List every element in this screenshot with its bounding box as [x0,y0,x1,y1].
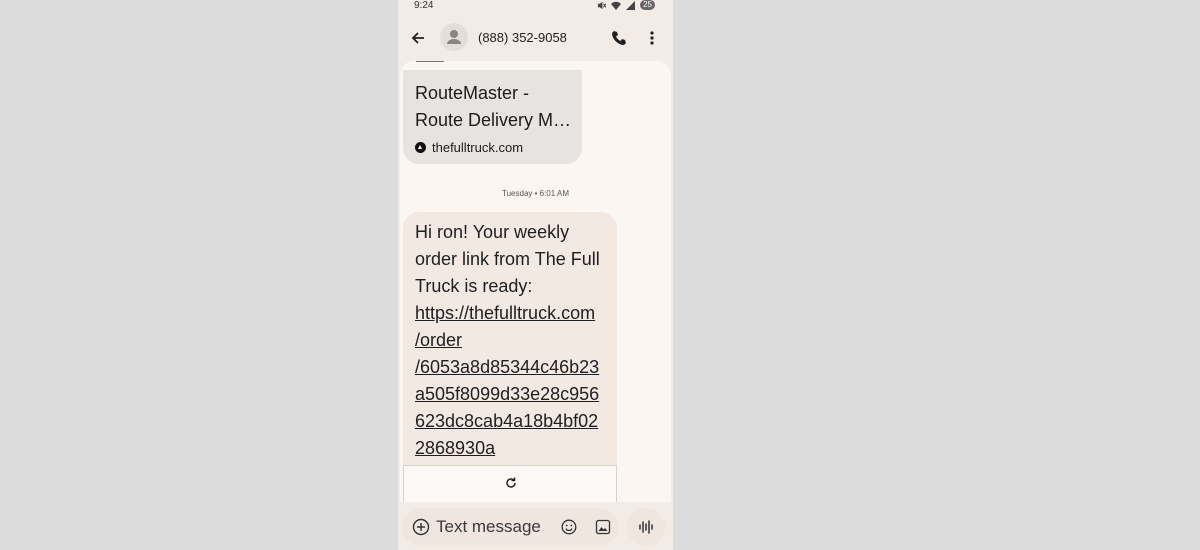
voice-message-button[interactable] [627,508,665,546]
image-icon[interactable] [595,519,611,535]
site-favicon-icon [415,142,426,153]
status-bar: 9:24 25 [398,0,673,14]
avatar-icon[interactable] [440,23,468,51]
signal-icon [626,0,636,10]
link-preview-domain-text: thefulltruck.com [432,140,524,155]
message-bubble[interactable]: Hi ron! Your weekly order link from The … [403,212,617,502]
compose-bar [402,508,618,546]
add-circle-icon[interactable] [412,518,430,536]
message-link[interactable]: https://thefulltruck.com /order /6053a8d… [415,303,599,458]
link-preview-card[interactable]: RouteMaster - Route Delivery Management … [403,70,582,164]
link-preview-domain: thefulltruck.com [415,140,523,155]
refresh-icon[interactable] [504,476,518,490]
contact-number[interactable]: (888) 352-9058 [478,30,567,45]
back-arrow-icon[interactable] [408,28,428,48]
battery-icon: 25 [640,0,655,10]
link-preview-title: RouteMaster - Route Delivery Management [415,80,580,134]
messages-app: 9:24 25 (888) 352-9058 RouteMaster - Rou… [398,0,673,550]
message-body: Hi ron! Your weekly order link from The … [415,222,600,296]
message-thread[interactable]: RouteMaster - Route Delivery Management … [400,61,671,502]
message-link-line1[interactable]: https://thefulltruck.com [415,303,595,323]
status-icons: 25 [597,0,655,10]
status-time: 9:24 [414,0,434,11]
more-vert-icon[interactable] [644,28,660,48]
message-text: Hi ron! Your weekly order link from The … [415,219,611,462]
link-preview-title-line1: RouteMaster - [415,83,530,103]
message-timestamp: Tuesday • 6:01 AM [502,189,569,198]
wifi-icon [611,1,622,10]
divider [416,61,444,62]
message-link-line2[interactable]: /order [415,330,462,350]
mute-icon [597,1,607,9]
message-link-line5[interactable]: 623dc8cab4a18b4bf02 [415,411,598,431]
link-preview-title-line2: Route Delivery Management [415,110,580,130]
message-link-line4[interactable]: a505f8099d33e28c956 [415,384,599,404]
message-input[interactable] [436,516,556,538]
phone-call-icon[interactable] [609,28,629,48]
retry-preview-box[interactable] [403,465,617,502]
message-link-line3[interactable]: /6053a8d85344c46b23 [415,357,599,377]
emoji-icon[interactable] [561,519,577,535]
voice-waveform-icon [639,520,653,534]
app-bar: (888) 352-9058 [398,18,673,58]
message-link-line6[interactable]: 2868930a [415,438,495,458]
